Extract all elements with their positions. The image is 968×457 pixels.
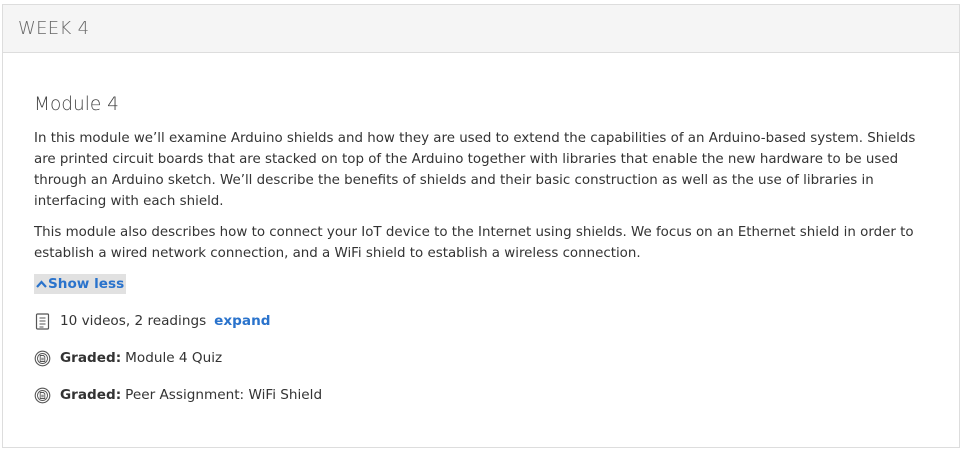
document-icon xyxy=(34,312,51,330)
module-section: Module 4 In this module we’ll examine Ar… xyxy=(3,93,959,405)
module-description-paragraph: This module also describes how to connec… xyxy=(34,225,914,261)
module-title: Module 4 xyxy=(34,94,119,115)
chevron-up-icon xyxy=(36,274,48,294)
week-card: WEEK 4 Module 4 In this module we’ll exa… xyxy=(2,4,960,448)
content-summary-text: 10 videos, 2 readings xyxy=(60,313,207,329)
graded-badge-icon xyxy=(34,387,51,404)
graded-label: Graded: xyxy=(60,387,122,403)
expand-link[interactable]: expand xyxy=(214,311,270,331)
module-description-paragraph: In this module we’ll examine Arduino shi… xyxy=(34,131,916,209)
show-less-label: Show less xyxy=(48,276,125,292)
week-title: WEEK 4 xyxy=(18,18,90,39)
graded-label: Graded: xyxy=(60,350,122,366)
graded-item-row[interactable]: Graded: Module 4 Quiz xyxy=(34,348,929,368)
show-less-button[interactable]: Show less xyxy=(34,274,127,294)
week-header: WEEK 4 xyxy=(3,5,959,53)
graded-badge-icon xyxy=(34,350,51,367)
content-summary-row: 10 videos, 2 readings expand xyxy=(34,311,929,331)
graded-item-name[interactable]: Peer Assignment: WiFi Shield xyxy=(125,385,322,405)
graded-item-row[interactable]: Graded: Peer Assignment: WiFi Shield xyxy=(34,385,929,405)
graded-item-name[interactable]: Module 4 Quiz xyxy=(125,348,222,368)
